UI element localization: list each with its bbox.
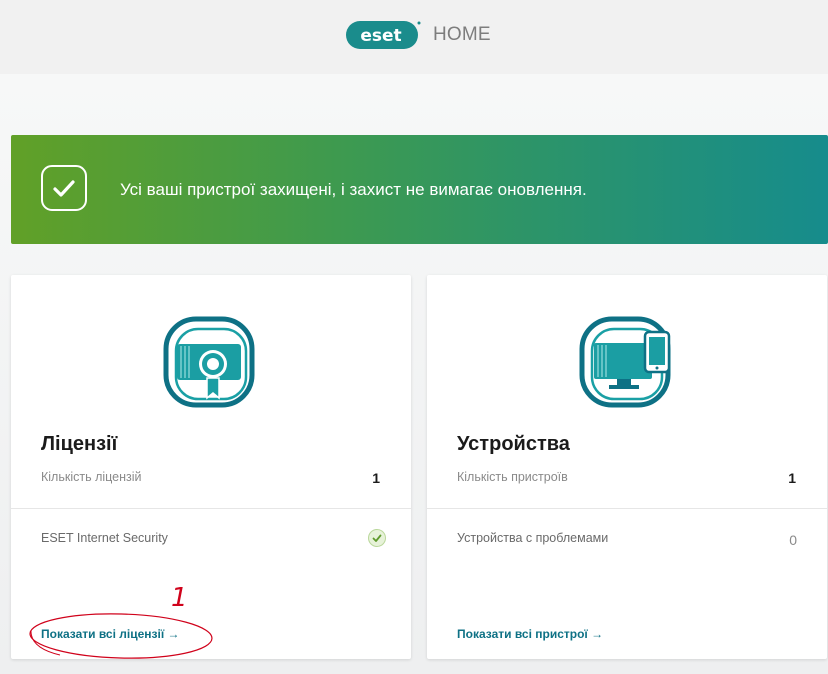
show-all-devices-link[interactable]: Показати всі пристрої → <box>457 627 603 641</box>
check-icon <box>41 165 87 211</box>
license-item-name[interactable]: ESET Internet Security <box>41 531 168 545</box>
devices-problems-value: 0 <box>789 532 797 548</box>
devices-problems-label: Устройства с проблемами <box>457 531 609 545</box>
devices-title: Устройства <box>457 433 570 455</box>
show-all-licenses-link[interactable]: Показати всі ліцензії → <box>41 627 180 641</box>
licenses-card: Ліцензії Кількість ліцензій 1 ESET Inter… <box>11 275 411 659</box>
banner-message: Усі ваші пристрої захищені, і захист не … <box>120 180 587 199</box>
licenses-count-label: Кількість ліцензій <box>41 470 142 484</box>
licenses-count-value: 1 <box>372 470 380 486</box>
eset-logo[interactable]: eset <box>345 20 421 50</box>
devices-icon <box>579 316 671 408</box>
licenses-title: Ліцензії <box>41 433 118 455</box>
license-certificate-icon <box>163 316 255 408</box>
top-bar: eset HOME <box>0 0 828 74</box>
divider <box>427 508 827 509</box>
protection-status-banner: Усі ваші пристрої захищені, і захист не … <box>11 135 828 244</box>
divider <box>11 508 411 509</box>
license-status-check-icon <box>368 529 386 547</box>
logo-text: eset <box>360 26 401 46</box>
devices-card: Устройства Кількість пристроїв 1 Устройс… <box>427 275 827 659</box>
home-label: HOME <box>433 24 491 45</box>
devices-count-label: Кількість пристроїв <box>457 470 568 484</box>
devices-count-value: 1 <box>788 470 796 486</box>
